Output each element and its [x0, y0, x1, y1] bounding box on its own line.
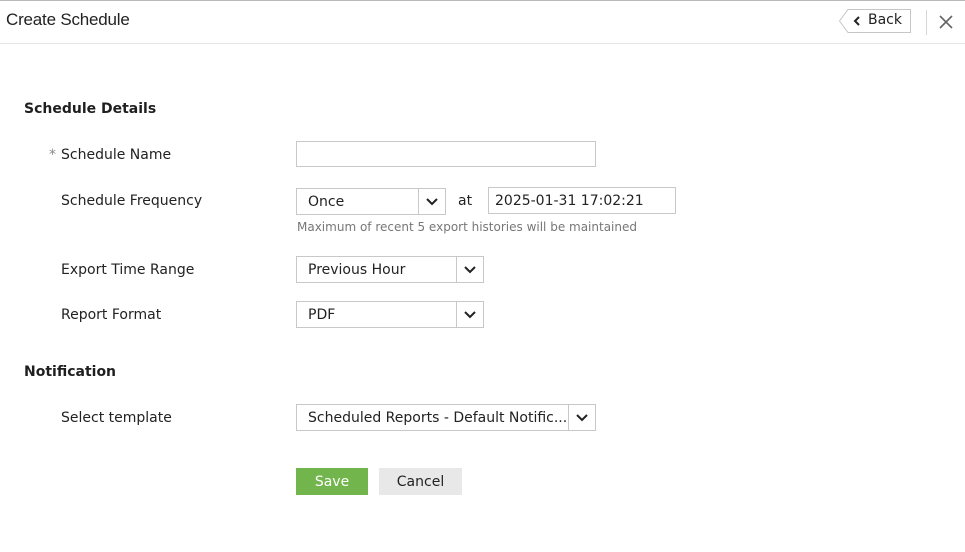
export-time-range-select[interactable]: Previous Hour: [296, 256, 484, 283]
chevron-down-icon: [456, 302, 483, 327]
export-time-range-label: Export Time Range: [61, 262, 195, 278]
chevron-down-icon: [568, 405, 595, 430]
chevron-down-icon: [418, 189, 445, 214]
chevron-left-icon: [853, 16, 860, 26]
report-format-label: Report Format: [61, 307, 162, 323]
at-label: at: [458, 193, 473, 209]
required-marker: *: [49, 147, 56, 163]
back-button-label: Back: [868, 12, 902, 28]
schedule-datetime-input[interactable]: [488, 187, 676, 214]
page-header: Create Schedule Back: [0, 1, 965, 44]
notification-heading: Notification: [24, 364, 117, 380]
schedule-name-label: Schedule Name: [61, 147, 172, 163]
cancel-button[interactable]: Cancel: [379, 468, 462, 495]
export-time-range-value: Previous Hour: [308, 262, 406, 278]
history-hint: Maximum of recent 5 export histories wil…: [297, 220, 637, 234]
close-icon[interactable]: [937, 13, 955, 31]
schedule-frequency-value: Once: [308, 194, 345, 210]
report-format-select[interactable]: PDF: [296, 301, 484, 328]
page-title: Create Schedule: [6, 10, 130, 29]
schedule-frequency-select[interactable]: Once: [296, 188, 446, 215]
schedule-name-input[interactable]: [296, 141, 596, 167]
header-divider: [926, 10, 927, 35]
back-button[interactable]: Back: [839, 9, 911, 33]
notification-template-value: Scheduled Reports - Default Notific...: [308, 410, 568, 426]
schedule-frequency-label: Schedule Frequency: [61, 193, 203, 209]
schedule-details-heading: Schedule Details: [24, 101, 157, 117]
report-format-value: PDF: [308, 307, 336, 323]
select-template-label: Select template: [61, 410, 172, 426]
save-button[interactable]: Save: [296, 468, 368, 495]
chevron-down-icon: [456, 257, 483, 282]
notification-template-select[interactable]: Scheduled Reports - Default Notific...: [296, 404, 596, 431]
